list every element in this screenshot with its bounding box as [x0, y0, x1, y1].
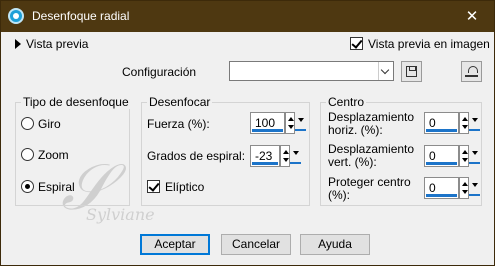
configuration-label: Configuración: [122, 65, 197, 79]
vert-offset-label: Desplazamiento vert. (%):: [328, 143, 414, 169]
radio-zoom[interactable]: Zoom: [21, 148, 69, 162]
elliptic-checkbox[interactable]: Elíptico: [147, 180, 204, 194]
title-bar[interactable]: Desenfoque radial ✕: [1, 1, 494, 32]
configuration-dropdown[interactable]: [229, 61, 394, 81]
radio-giro[interactable]: Giro: [21, 117, 61, 131]
spiral-degrees-label: Grados de espiral:: [147, 149, 246, 163]
reset-defaults-button[interactable]: [461, 61, 482, 82]
elliptic-label: Elíptico: [165, 180, 205, 194]
arrow-down-icon[interactable]: [283, 158, 289, 162]
arrow-up-icon[interactable]: [462, 182, 468, 186]
radio-espiral[interactable]: Espiral: [21, 180, 75, 194]
close-button[interactable]: ✕: [454, 4, 490, 29]
protect-center-label: Proteger centro (%):: [328, 176, 411, 202]
protect-center-input[interactable]: 0: [424, 177, 459, 199]
elliptic-check[interactable]: [147, 180, 160, 193]
cancel-button[interactable]: Cancelar: [221, 234, 291, 255]
expand-triangle-icon: [15, 39, 21, 49]
strength-input[interactable]: 100: [250, 112, 285, 134]
vert-offset-stepper[interactable]: [459, 145, 469, 167]
preview-in-image-check[interactable]: [350, 37, 363, 50]
save-preset-button[interactable]: [401, 61, 422, 82]
strength-label: Fuerza (%):: [147, 117, 210, 131]
preview-in-image-checkbox[interactable]: Vista previa en imagen: [350, 37, 490, 51]
arrow-down-icon[interactable]: [288, 125, 294, 129]
protect-dropdown-icon[interactable]: [469, 177, 480, 199]
arrow-up-icon[interactable]: [462, 117, 468, 121]
spiral-degrees-stepper[interactable]: [280, 145, 290, 167]
preview-toggle[interactable]: Vista previa: [15, 37, 88, 51]
save-icon: [406, 66, 417, 77]
center-legend: Centro: [326, 95, 367, 109]
app-icon: [8, 8, 24, 24]
radial-blur-dialog: Desenfoque radial ✕ Vista previa Vista p…: [0, 0, 495, 266]
horiz-offset-label: Desplazamiento horiz. (%):: [328, 111, 414, 137]
arrow-down-icon[interactable]: [462, 158, 468, 162]
arrow-up-icon[interactable]: [462, 150, 468, 154]
horiz-offset-label-line2: horiz. (%):: [328, 123, 383, 137]
horiz-dropdown-icon[interactable]: [469, 112, 480, 134]
protect-center-spinner[interactable]: 0: [424, 177, 480, 199]
blur-type-legend: Tipo de desenfoque: [21, 95, 131, 109]
ok-button[interactable]: Aceptar: [140, 234, 210, 255]
strength-spinner[interactable]: 100: [250, 112, 306, 134]
vert-dropdown-icon[interactable]: [469, 145, 480, 167]
watermark-name: Sylviane: [86, 205, 155, 224]
radio-espiral-indicator[interactable]: [21, 180, 34, 193]
help-button[interactable]: Ayuda: [300, 234, 370, 255]
radio-giro-label: Giro: [38, 117, 61, 131]
reset-icon: [465, 66, 478, 77]
spiral-degrees-spinner[interactable]: -23: [250, 145, 305, 167]
protect-center-stepper[interactable]: [459, 177, 469, 199]
radio-zoom-indicator[interactable]: [21, 148, 34, 161]
chevron-down-icon[interactable]: [378, 62, 393, 80]
horiz-offset-spinner[interactable]: 0: [424, 112, 480, 134]
arrow-down-icon[interactable]: [462, 190, 468, 194]
radio-zoom-label: Zoom: [38, 148, 69, 162]
window-title: Desenfoque radial: [32, 9, 130, 23]
vert-offset-label-line2: vert. (%):: [328, 155, 377, 169]
radio-giro-indicator[interactable]: [21, 117, 34, 130]
vert-offset-input[interactable]: 0: [424, 145, 459, 167]
arrow-up-icon[interactable]: [283, 150, 289, 154]
strength-stepper[interactable]: [285, 112, 295, 134]
horiz-offset-input[interactable]: 0: [424, 112, 459, 134]
preview-toggle-label: Vista previa: [26, 37, 89, 51]
vert-offset-spinner[interactable]: 0: [424, 145, 480, 167]
radio-espiral-label: Espiral: [38, 180, 75, 194]
spiral-dropdown-icon[interactable]: [290, 145, 301, 167]
blur-legend: Desenfocar: [147, 95, 213, 109]
preview-in-image-label: Vista previa en imagen: [368, 37, 490, 51]
arrow-up-icon[interactable]: [288, 117, 294, 121]
strength-dropdown-icon[interactable]: [295, 112, 306, 134]
horiz-offset-stepper[interactable]: [459, 112, 469, 134]
arrow-down-icon[interactable]: [462, 125, 468, 129]
protect-center-label-line2: (%):: [328, 188, 350, 202]
spiral-degrees-input[interactable]: -23: [250, 145, 280, 167]
